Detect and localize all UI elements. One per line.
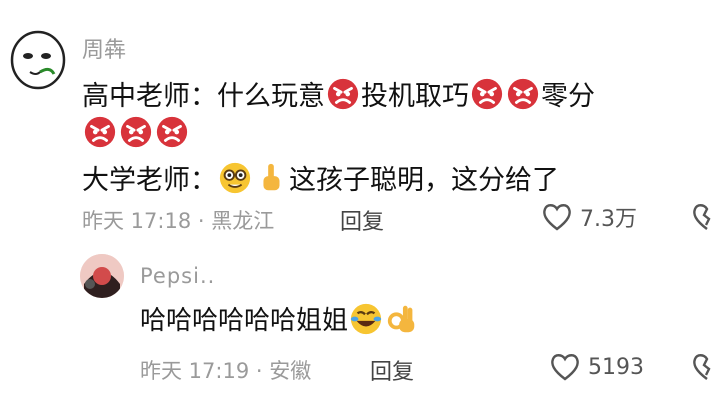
reply-text: 哈哈哈哈哈哈姐姐 — [140, 306, 349, 336]
broken-heart-icon — [693, 204, 711, 230]
nerd-face-icon — [218, 161, 252, 195]
comment-text-segment: 投机取巧 — [361, 81, 469, 112]
reply-button[interactable]: 回复 — [340, 204, 384, 236]
comment-line-1: 高中老师：什么玩意 投机取巧 零分 — [82, 74, 595, 113]
commenter-avatar[interactable] — [0, 20, 76, 96]
angry-face-icon — [326, 77, 360, 111]
replier-username[interactable]: Pepsi.. — [140, 264, 215, 288]
angry-face-icon — [470, 77, 504, 111]
reply-text-line: 哈哈哈哈哈哈姐姐 — [140, 300, 420, 337]
angry-face-icon — [83, 115, 117, 149]
heart-outline-icon — [543, 204, 571, 231]
angry-face-icon — [506, 77, 540, 111]
comment-line-3: 大学老师： 这孩子聪明，这分给了 — [82, 158, 559, 197]
like-button[interactable]: 5193 — [548, 350, 644, 384]
reply-meta: 昨天 17:19 · 安徽 — [140, 359, 312, 383]
replier-avatar[interactable] — [80, 254, 124, 298]
like-button[interactable]: 7.3万 — [540, 200, 637, 234]
cartoon-avatar-icon — [10, 30, 66, 90]
comment-text-segment: 零分 — [541, 81, 595, 112]
rolling-laughing-icon — [349, 302, 383, 336]
broken-heart-icon — [693, 354, 711, 380]
dislike-button[interactable] — [692, 200, 720, 234]
ok-hand-icon — [385, 302, 419, 336]
like-count: 5193 — [588, 354, 644, 380]
pointing-up-icon — [254, 161, 288, 195]
dislike-button[interactable] — [692, 350, 720, 384]
comment-text-segment: 这孩子聪明，这分给了 — [289, 165, 559, 196]
comment-line-2 — [82, 115, 190, 149]
reply-button[interactable]: 回复 — [370, 354, 414, 386]
like-count: 7.3万 — [580, 207, 637, 232]
comment-meta: 昨天 17:18 · 黑龙江 — [82, 209, 275, 233]
comment-text-segment: 大学老师： — [82, 165, 217, 196]
angry-face-icon — [119, 115, 153, 149]
comment-text-segment: 高中老师：什么玩意 — [82, 81, 325, 112]
heart-outline-icon — [551, 354, 579, 381]
commenter-username[interactable]: 周犇 — [82, 32, 126, 64]
angry-face-icon — [155, 115, 189, 149]
profile-photo-icon — [80, 254, 124, 298]
